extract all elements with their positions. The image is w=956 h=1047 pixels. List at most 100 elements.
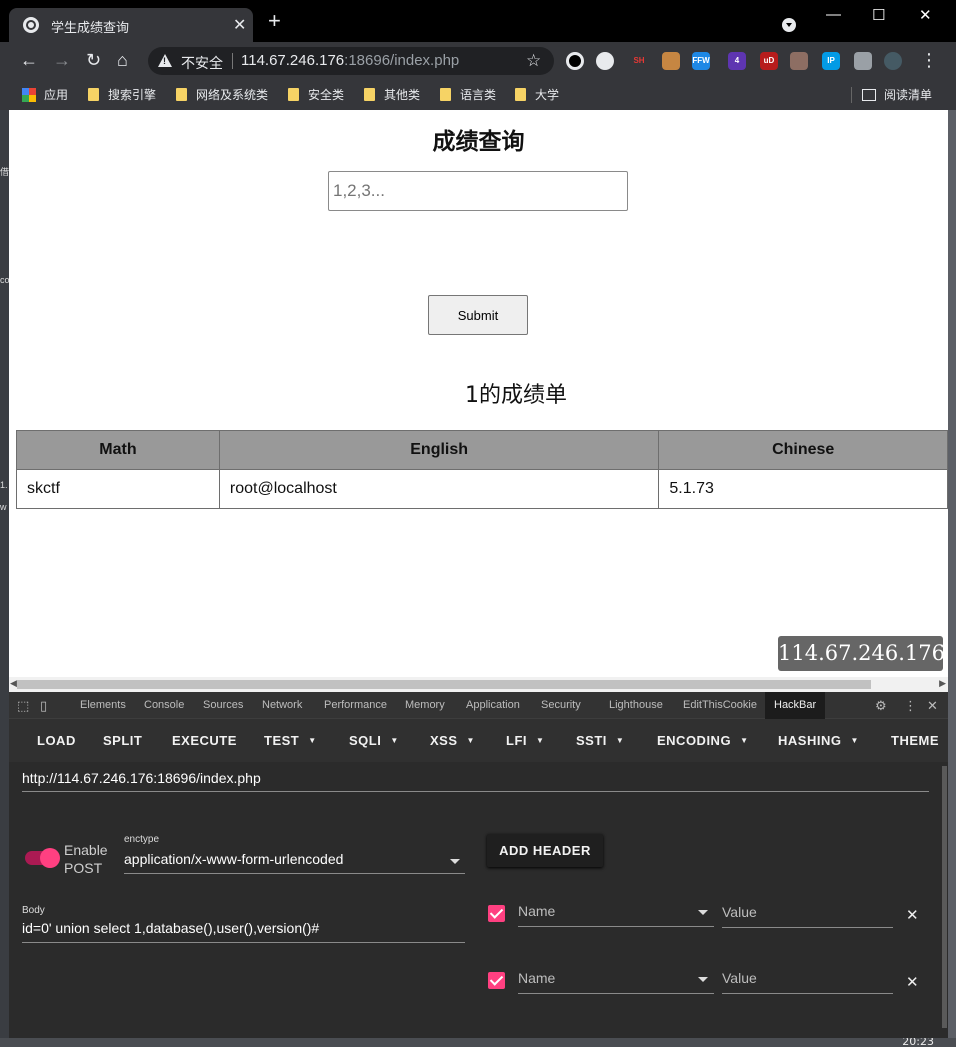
tab-elements[interactable]: Elements	[80, 699, 126, 711]
ffw-ext-icon[interactable]: FFW	[692, 52, 710, 70]
new-tab-button[interactable]: +	[268, 10, 281, 32]
bookmark-folder[interactable]: 大学	[515, 86, 559, 103]
hackbar-url-field[interactable]: http://114.67.246.176:18696/index.php	[22, 770, 929, 792]
chevron-down-icon: ▼	[850, 736, 859, 745]
hackbar-split[interactable]: SPLIT	[103, 733, 142, 748]
tab-sources[interactable]: Sources	[203, 699, 243, 711]
bookmark-folder[interactable]: 安全类	[288, 86, 344, 103]
avatar-ext-icon[interactable]	[884, 52, 902, 70]
devtools-menu-icon[interactable]: ⋮	[904, 698, 917, 714]
devtools-tab-bar: ⬚ ▯ Elements Console Sources Network Per…	[9, 692, 948, 719]
inspect-element-icon[interactable]: ⬚	[17, 698, 29, 714]
tab-network[interactable]: Network	[262, 699, 302, 711]
scrollbar-thumb[interactable]	[17, 680, 871, 689]
scroll-left-arrow-icon[interactable]: ◀	[10, 678, 17, 689]
hackbar-sqli[interactable]: SQLI ▼	[349, 733, 399, 748]
hackbar-hashing[interactable]: HASHING ▼	[778, 733, 859, 748]
tab-hackbar[interactable]: HackBar	[765, 692, 826, 719]
bookmark-folder[interactable]: 搜索引擎	[88, 86, 156, 103]
browser-toolbar: ← → ↻ ⌂ 不安全 114.67.246.176:18696/index.p…	[0, 42, 956, 80]
enctype-select[interactable]: application/x-www-form-urlencoded	[124, 851, 465, 874]
hackbar-theme[interactable]: THEME	[891, 733, 939, 748]
hackbar-menu: LOAD SPLIT EXECUTE TEST ▼ SQLI ▼ XSS ▼ LFI ▼…	[9, 719, 948, 762]
bookmark-folder[interactable]: 其他类	[364, 86, 420, 103]
hackbar-ssti[interactable]: SSTI ▼	[576, 733, 624, 748]
maximize-button[interactable]: ☐	[872, 6, 885, 24]
add-header-button[interactable]: ADD HEADER	[487, 834, 603, 867]
header-value-field[interactable]: Value	[722, 904, 893, 928]
remove-header-icon[interactable]: ✕	[906, 973, 919, 991]
reload-icon[interactable]: ↻	[86, 50, 101, 70]
omnibox-divider	[232, 53, 233, 69]
back-arrow-icon[interactable]: ←	[20, 50, 38, 70]
bookmark-folder[interactable]: 网络及系统类	[176, 86, 268, 103]
header-enabled-checkbox[interactable]	[488, 972, 505, 989]
scrollbar-thumb[interactable]	[942, 766, 947, 1028]
tab-editthiscookie[interactable]: EditThisCookie	[683, 699, 757, 711]
security-status[interactable]: 不安全	[181, 53, 223, 73]
folder-icon	[515, 88, 526, 101]
badge-ext-icon[interactable]: 4	[728, 52, 746, 70]
post-body-field[interactable]: id=0' union select 1,database(),user(),v…	[22, 920, 465, 943]
body-label: Body	[22, 905, 45, 916]
hackbar-scrollbar[interactable]	[941, 762, 948, 1038]
tab-close-icon[interactable]: ✕	[233, 15, 246, 35]
sh-ext-icon[interactable]: SH	[630, 52, 648, 70]
puzzle-ext-icon[interactable]	[854, 52, 872, 70]
result-heading: 1的成绩单	[465, 383, 567, 408]
ip-ext-icon[interactable]: IP	[822, 52, 840, 70]
submit-button[interactable]: Submit	[428, 295, 528, 335]
bird-ext-icon[interactable]	[596, 52, 614, 70]
tab-memory[interactable]: Memory	[405, 699, 445, 711]
header-enabled-checkbox[interactable]	[488, 905, 505, 922]
browser-tab[interactable]: 学生成绩查询 ✕	[9, 8, 253, 42]
hackbar-lfi[interactable]: LFI ▼	[506, 733, 544, 748]
header-value-field[interactable]: Value	[722, 970, 893, 994]
hackbar-load[interactable]: LOAD	[37, 733, 76, 748]
minimize-button[interactable]: —	[826, 6, 841, 23]
url-text[interactable]: 114.67.246.176:18696/index.php	[241, 52, 459, 69]
folder-icon	[440, 88, 451, 101]
scroll-right-arrow-icon[interactable]: ▶	[939, 678, 946, 689]
close-devtools-icon[interactable]: ✕	[927, 698, 938, 714]
globe-icon	[23, 17, 39, 33]
close-window-button[interactable]: ✕	[919, 6, 932, 24]
header-name-select[interactable]: Name	[518, 903, 714, 927]
hackbar-body: http://114.67.246.176:18696/index.php En…	[9, 762, 941, 1038]
obs-ext-icon[interactable]	[566, 52, 584, 70]
bookmarks-bar: 应用 搜索引擎 网络及系统类 安全类 其他类 语言类 大学 阅读清单	[0, 80, 956, 110]
cookie-ext-icon[interactable]	[662, 52, 680, 70]
tab-search-icon[interactable]	[782, 18, 796, 32]
bookmark-star-icon[interactable]: ☆	[526, 51, 541, 71]
ublock-ext-icon[interactable]: uD	[760, 52, 778, 70]
tab-ext-icon[interactable]	[790, 52, 808, 70]
bookmark-apps[interactable]: 应用	[22, 86, 68, 103]
forward-arrow-icon[interactable]: →	[53, 50, 71, 70]
tab-console[interactable]: Console	[144, 699, 184, 711]
toggle-knob[interactable]	[40, 848, 60, 868]
header-name-select[interactable]: Name	[518, 970, 714, 994]
tab-performance[interactable]: Performance	[324, 699, 387, 711]
hackbar-xss[interactable]: XSS ▼	[430, 733, 475, 748]
tab-application[interactable]: Application	[466, 699, 520, 711]
settings-gear-icon[interactable]: ⚙	[875, 698, 887, 714]
browser-menu-icon[interactable]: ⋮	[920, 50, 938, 71]
hackbar-execute[interactable]: EXECUTE	[172, 733, 237, 748]
address-bar[interactable]: 不安全 114.67.246.176:18696/index.php ☆	[148, 47, 554, 75]
reading-list-button[interactable]: 阅读清单	[862, 86, 932, 103]
folder-icon	[288, 88, 299, 101]
tab-lighthouse[interactable]: Lighthouse	[609, 699, 663, 711]
device-toolbar-icon[interactable]: ▯	[40, 698, 47, 714]
bookmark-folder[interactable]: 语言类	[440, 86, 496, 103]
ip-overlay-badge: 114.67.246.176	[778, 636, 945, 671]
home-icon[interactable]: ⌂	[117, 50, 128, 70]
student-id-input[interactable]	[328, 171, 628, 211]
page-viewport: 成绩查询 Submit 1的成绩单 Math English Chinese s…	[9, 110, 948, 677]
hackbar-test[interactable]: TEST ▼	[264, 733, 317, 748]
tab-title: 学生成绩查询	[51, 21, 130, 36]
table-row: skctf root@localhost 5.1.73	[16, 469, 948, 509]
horizontal-scrollbar[interactable]: ◀ ▶	[9, 677, 948, 692]
remove-header-icon[interactable]: ✕	[906, 906, 919, 924]
hackbar-encoding[interactable]: ENCODING ▼	[657, 733, 748, 748]
tab-security[interactable]: Security	[541, 699, 581, 711]
